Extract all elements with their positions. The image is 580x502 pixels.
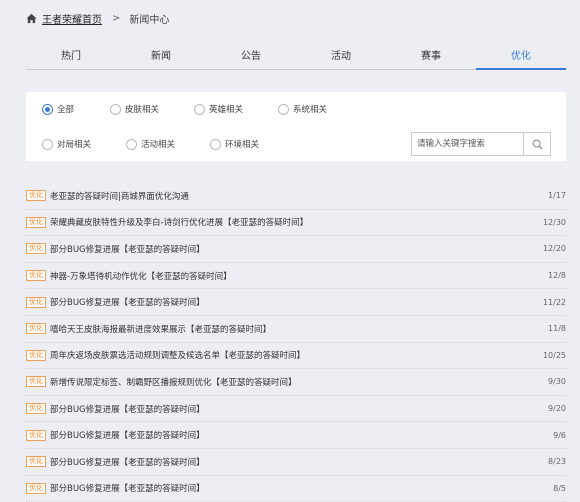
filter-label: 对局相关 xyxy=(57,140,92,150)
filter-radio-skins[interactable]: 皮肤相关 xyxy=(110,103,159,115)
filter-radio-match[interactable]: 对局相关 xyxy=(42,138,91,150)
category-tag: 优化 xyxy=(26,216,46,228)
radio-icon xyxy=(126,138,137,150)
category-tag: 优化 xyxy=(26,349,46,361)
tab-tournaments[interactable]: 赛事 xyxy=(386,45,476,69)
radio-icon xyxy=(194,103,205,115)
filter-radio-heroes[interactable]: 英雄相关 xyxy=(194,103,243,115)
radio-checked-icon xyxy=(42,103,53,115)
news-date: 11/8 xyxy=(548,324,566,334)
filter-label: 英雄相关 xyxy=(209,105,244,115)
news-item[interactable]: 优化 部分BUG修复进展【老亚瑟的答疑时间】 9/20 xyxy=(26,396,566,423)
radio-icon xyxy=(278,103,289,115)
news-title[interactable]: 部分BUG修复进展【老亚瑟的答疑时间】 xyxy=(50,243,543,255)
filter-label: 环境相关 xyxy=(225,140,260,150)
tab-news[interactable]: 新闻 xyxy=(116,45,206,69)
search-box xyxy=(411,132,551,156)
news-date: 9/6 xyxy=(553,430,566,440)
news-date: 8/23 xyxy=(548,457,566,467)
news-date: 10/25 xyxy=(542,350,566,360)
category-tag: 优化 xyxy=(26,190,46,202)
radio-icon xyxy=(210,138,221,150)
filter-radio-all[interactable]: 全部 xyxy=(42,103,74,115)
tab-optimization[interactable]: 优化 xyxy=(476,45,566,70)
filter-panel: 全部 皮肤相关 英雄相关 系统相关 对局相关 活动相关 环境相关 xyxy=(26,92,566,161)
news-item[interactable]: 优化 部分BUG修复进展【老亚瑟的答疑时间】 11/22 xyxy=(26,289,566,316)
tab-announcements[interactable]: 公告 xyxy=(206,45,296,69)
news-item[interactable]: 优化 部分BUG修复进展【老亚瑟的答疑时间】 8/23 xyxy=(26,449,566,476)
breadcrumb-home-link[interactable]: 王者荣耀首页 xyxy=(42,11,102,26)
category-tag: 优化 xyxy=(26,270,46,282)
filter-label: 皮肤相关 xyxy=(125,105,160,115)
news-item[interactable]: 优化 嘻哈天王皮肤海报最新进度效果展示【老亚瑟的答疑时间】 11/8 xyxy=(26,316,566,343)
tab-hot[interactable]: 热门 xyxy=(26,45,116,69)
news-date: 12/8 xyxy=(548,271,566,281)
news-date: 12/30 xyxy=(542,217,566,227)
category-tabs: 热门 新闻 公告 活动 赛事 优化 xyxy=(26,45,566,70)
news-item[interactable]: 优化 新增传说限定标签、制霸野区播报规则优化【老亚瑟的答疑时间】 9/30 xyxy=(26,369,566,396)
news-item[interactable]: 优化 神器-万象塔待机动作优化【老亚瑟的答疑时间】 12/8 xyxy=(26,263,566,290)
filter-radio-system[interactable]: 系统相关 xyxy=(278,103,327,115)
news-item[interactable]: 优化 部分BUG修复进展【老亚瑟的答疑时间】 9/6 xyxy=(26,422,566,449)
search-button[interactable] xyxy=(523,133,550,155)
news-list: 优化 老亚瑟的答疑时间|商城界面优化沟通 1/17 优化 荣耀典藏皮肤特性升级及… xyxy=(26,183,566,502)
breadcrumb: 王者荣耀首页 > 新闻中心 xyxy=(26,11,170,26)
news-date: 9/20 xyxy=(548,404,566,414)
news-title[interactable]: 周年庆返场皮肤票选活动规则调整及候选名单【老亚瑟的答疑时间】 xyxy=(50,349,543,361)
radio-icon xyxy=(110,103,121,115)
home-icon[interactable] xyxy=(26,13,37,24)
news-item[interactable]: 优化 荣耀典藏皮肤特性升级及李白-诗剑行优化进展【老亚瑟的答疑时间】 12/30 xyxy=(26,210,566,237)
news-title[interactable]: 神器-万象塔待机动作优化【老亚瑟的答疑时间】 xyxy=(50,270,548,282)
radio-icon xyxy=(42,138,53,150)
news-date: 8/5 xyxy=(553,483,566,493)
news-title[interactable]: 部分BUG修复进展【老亚瑟的答疑时间】 xyxy=(50,456,548,468)
news-title[interactable]: 嘻哈天王皮肤海报最新进度效果展示【老亚瑟的答疑时间】 xyxy=(50,323,548,335)
news-date: 9/30 xyxy=(548,377,566,387)
news-title[interactable]: 老亚瑟的答疑时间|商城界面优化沟通 xyxy=(50,190,548,202)
news-title[interactable]: 荣耀典藏皮肤特性升级及李白-诗剑行优化进展【老亚瑟的答疑时间】 xyxy=(50,216,543,228)
news-title[interactable]: 部分BUG修复进展【老亚瑟的答疑时间】 xyxy=(50,403,548,415)
category-tag: 优化 xyxy=(26,403,46,415)
filter-label: 活动相关 xyxy=(141,140,176,150)
filter-label: 系统相关 xyxy=(293,105,328,115)
news-date: 1/17 xyxy=(548,191,566,201)
filter-radio-environment[interactable]: 环境相关 xyxy=(210,138,259,150)
news-item[interactable]: 优化 老亚瑟的答疑时间|商城界面优化沟通 1/17 xyxy=(26,183,566,210)
news-item[interactable]: 优化 周年庆返场皮肤票选活动规则调整及候选名单【老亚瑟的答疑时间】 10/25 xyxy=(26,343,566,370)
search-icon xyxy=(532,139,543,150)
tab-events[interactable]: 活动 xyxy=(296,45,386,69)
breadcrumb-current: 新闻中心 xyxy=(129,14,170,26)
news-title[interactable]: 部分BUG修复进展【老亚瑟的答疑时间】 xyxy=(50,429,553,441)
breadcrumb-separator: > xyxy=(112,12,121,24)
news-title[interactable]: 部分BUG修复进展【老亚瑟的答疑时间】 xyxy=(50,296,543,308)
news-title[interactable]: 部分BUG修复进展【老亚瑟的答疑时间】 xyxy=(50,482,553,494)
news-date: 11/22 xyxy=(542,297,566,307)
category-tag: 优化 xyxy=(26,323,46,335)
news-item[interactable]: 优化 部分BUG修复进展【老亚瑟的答疑时间】 12/20 xyxy=(26,236,566,263)
news-title[interactable]: 新增传说限定标签、制霸野区播报规则优化【老亚瑟的答疑时间】 xyxy=(50,376,548,388)
news-date: 12/20 xyxy=(542,244,566,254)
category-tag: 优化 xyxy=(26,243,46,255)
category-tag: 优化 xyxy=(26,456,46,468)
filter-radio-activity[interactable]: 活动相关 xyxy=(126,138,175,150)
news-item[interactable]: 优化 部分BUG修复进展【老亚瑟的答疑时间】 8/5 xyxy=(26,476,566,502)
filter-label: 全部 xyxy=(57,105,75,115)
category-tag: 优化 xyxy=(26,482,46,494)
search-input[interactable] xyxy=(412,133,523,155)
category-tag: 优化 xyxy=(26,376,46,388)
category-tag: 优化 xyxy=(26,429,46,441)
category-tag: 优化 xyxy=(26,296,46,308)
